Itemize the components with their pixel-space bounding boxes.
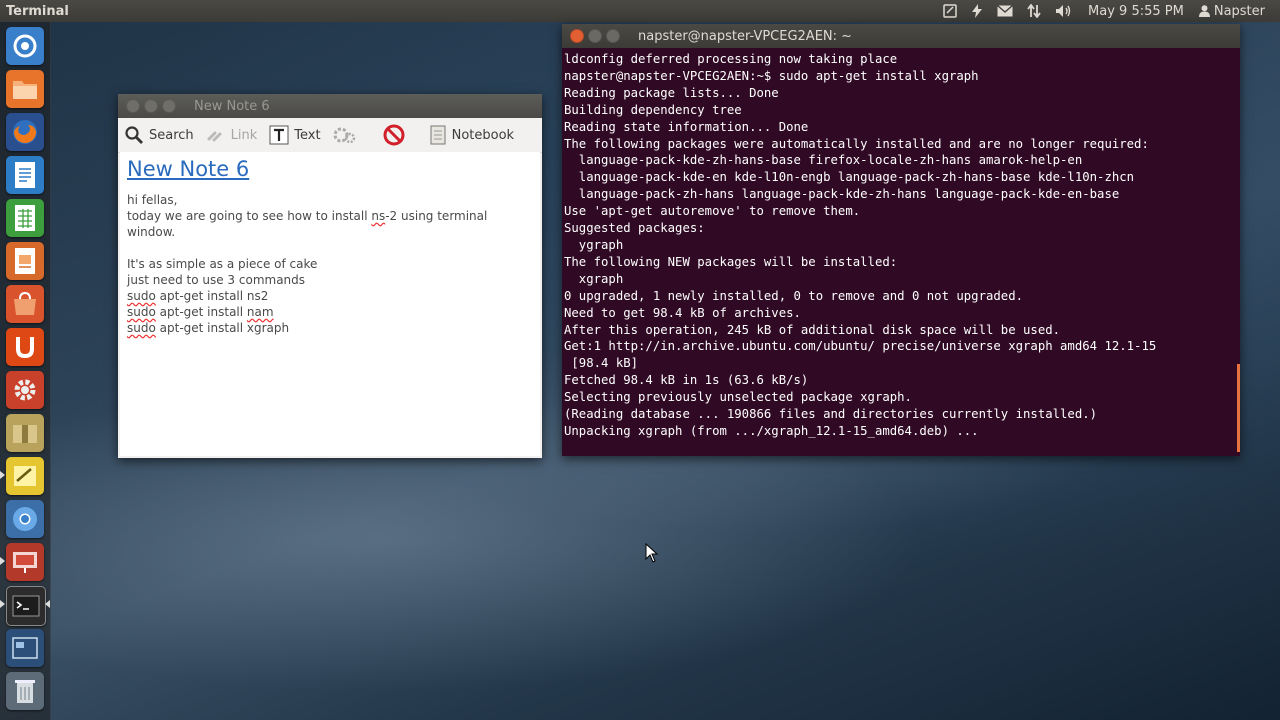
terminal-line: 0 upgraded, 1 newly installed, 0 to remo… (564, 288, 1024, 303)
terminal-window: napster@napster-VPCEG2AEN: ~ ldconfig de… (562, 24, 1240, 456)
notebook-button[interactable]: Notebook (429, 125, 514, 145)
minimize-button[interactable] (588, 29, 602, 43)
dash-home-icon[interactable] (6, 27, 44, 65)
close-button[interactable] (126, 99, 140, 113)
terminal-line: [98.4 kB] (564, 356, 639, 371)
terminal-window-title: napster@napster-VPCEG2AEN: ~ (638, 28, 853, 44)
mail-icon[interactable] (990, 0, 1020, 22)
link-icon (207, 131, 222, 142)
terminal-line: language-pack-kde-zh-hans-base firefox-l… (564, 153, 1083, 168)
text-button[interactable]: Text (269, 125, 321, 145)
search-icon (125, 126, 143, 144)
focused-indicator (45, 600, 50, 608)
note-titlebar[interactable]: New Note 6 (118, 94, 542, 118)
note-toolbar: Search Link Text Notebook (118, 118, 542, 153)
workspace-switcher-icon[interactable] (6, 629, 44, 667)
launcher (0, 22, 51, 720)
system-settings-icon[interactable] (6, 371, 44, 409)
mouse-pointer-icon (645, 543, 659, 563)
active-app-title: Terminal (6, 3, 69, 19)
writer-icon[interactable] (6, 156, 44, 194)
note-text-line: just need to use 3 commands (127, 273, 306, 287)
notes-indicator-icon[interactable] (936, 0, 964, 22)
ubuntu-one-icon[interactable] (6, 328, 44, 366)
software-center-icon[interactable] (6, 285, 44, 323)
terminal-line: napster@napster-VPCEG2AEN:~$ sudo apt-ge… (564, 68, 979, 83)
terminal-scrollbar[interactable] (1237, 364, 1240, 452)
note-window-title: New Note 6 (194, 98, 270, 114)
terminal-line: language-pack-kde-en kde-l10n-engb langu… (564, 170, 1135, 185)
notebook-label: Notebook (451, 127, 515, 143)
terminal-line: The following packages were automaticall… (564, 136, 1149, 151)
maximize-button[interactable] (606, 29, 620, 43)
minimize-button[interactable] (144, 99, 158, 113)
chromium-icon[interactable] (6, 500, 44, 538)
terminal-line: The following NEW packages will be insta… (564, 254, 898, 269)
terminal-line: language-pack-zh-hans language-pack-kde-… (564, 187, 1120, 202)
terminal-line: (Reading database ... 190866 files and d… (564, 407, 1098, 422)
maximize-button[interactable] (162, 99, 176, 113)
terminal-line: Unpacking xgraph (from .../xgraph_12.1-1… (564, 423, 979, 438)
user-name: Napster (1213, 3, 1265, 19)
power-charge-icon[interactable] (964, 0, 990, 22)
note-window: New Note 6 Search Link Text Notebook New… (118, 94, 542, 458)
note-heading: New Note 6 (127, 157, 250, 181)
terminal-line: ldconfig deferred processing now taking … (564, 52, 898, 66)
running-indicator (0, 600, 5, 608)
note-text-line: hi fellas, (127, 193, 178, 207)
top-panel: Terminal May 9 5:55 PM Napster (0, 0, 1280, 22)
running-indicator (0, 557, 5, 565)
terminal-line: Fetched 98.4 kB in 1s (63.6 kB/s) (564, 373, 809, 388)
running-indicator (0, 471, 5, 479)
datetime-indicator[interactable]: May 9 5:55 PM (1080, 0, 1192, 22)
tomboy-notes-icon[interactable] (6, 457, 44, 495)
note-text-line: It's as simple as a piece of cake (127, 257, 318, 271)
text-label: Text (294, 127, 321, 143)
terminal-line: Building dependency tree (564, 102, 742, 117)
tools-button[interactable] (333, 125, 357, 145)
indicator-area: May 9 5:55 PM Napster (936, 0, 1280, 22)
note-command-line: sudo apt-get install nam (127, 305, 274, 319)
terminal-line: xgraph (564, 271, 624, 286)
delete-button[interactable] (383, 124, 405, 146)
search-button[interactable]: Search (124, 125, 194, 145)
terminal-line: Get:1 http://in.archive.ubuntu.com/ubunt… (564, 339, 1157, 354)
terminal-line: After this operation, 245 kB of addition… (564, 322, 1061, 337)
terminal-line: Suggested packages: (564, 221, 705, 236)
link-button[interactable]: Link (206, 127, 258, 143)
terminal-titlebar[interactable]: napster@napster-VPCEG2AEN: ~ (562, 24, 1240, 48)
terminal-line: Selecting previously unselected package … (564, 390, 912, 405)
terminal-line: Reading package lists... Done (564, 85, 779, 100)
trash-icon[interactable] (6, 672, 44, 710)
volume-icon[interactable] (1048, 0, 1080, 22)
note-text-line: window. (127, 225, 176, 239)
search-label: Search (149, 127, 194, 143)
tools-icon (333, 127, 355, 144)
archive-manager-icon[interactable] (6, 414, 44, 452)
terminal-line: Reading state information... Done (564, 119, 809, 134)
files-icon[interactable] (6, 70, 44, 108)
text-format-icon (269, 125, 289, 145)
firefox-icon[interactable] (6, 113, 44, 151)
close-button[interactable] (570, 29, 584, 43)
note-text-line: today we are going to see how to install… (127, 209, 488, 223)
link-label: Link (230, 127, 258, 143)
user-icon (1198, 5, 1210, 17)
terminal-icon[interactable] (6, 586, 46, 626)
notebook-icon (430, 125, 446, 145)
terminal-line: ygraph (564, 237, 624, 252)
network-icon[interactable] (1020, 0, 1048, 22)
note-editor[interactable]: New Note 6 hi fellas, today we are going… (120, 152, 540, 456)
presentation-icon[interactable] (6, 543, 44, 581)
terminal-line: Use 'apt-get autoremove' to remove them. (564, 204, 861, 219)
terminal-line: Need to get 98.4 kB of archives. (564, 305, 801, 320)
user-indicator[interactable]: Napster (1192, 0, 1272, 22)
impress-icon[interactable] (6, 242, 44, 280)
note-command-line: sudo apt-get install xgraph (127, 321, 290, 335)
delete-icon (383, 124, 405, 146)
calc-icon[interactable] (6, 199, 44, 237)
terminal-output[interactable]: ldconfig deferred processing now taking … (564, 50, 1236, 454)
note-command-line: sudo apt-get install ns2 (127, 289, 269, 303)
